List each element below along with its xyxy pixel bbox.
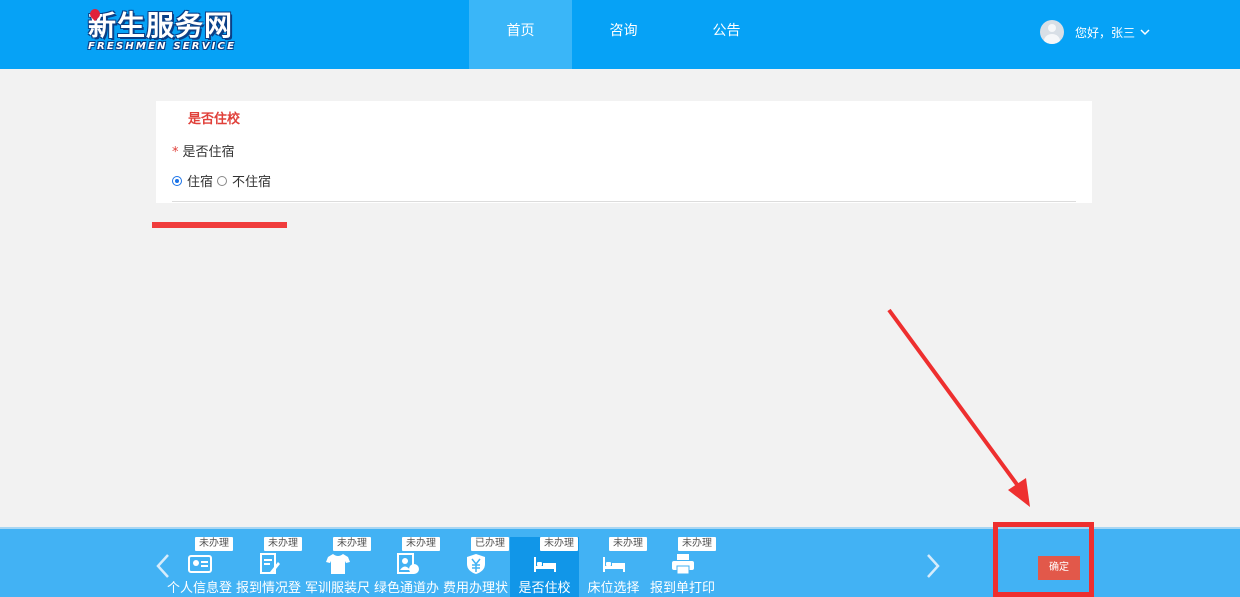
divider <box>172 201 1076 202</box>
status-badge: 未办理 <box>402 537 440 551</box>
step-label: 报到情况登 <box>235 581 301 596</box>
step-label: 绿色通道办 <box>373 581 439 596</box>
status-badge: 已办理 <box>471 537 509 551</box>
user-greeting: 您好，张三 <box>1075 25 1136 40</box>
edit-form-icon <box>260 553 280 574</box>
yuan-shield-icon <box>467 554 485 574</box>
top-header: 新生服务网 FRESHMEN SERVICE 首页 咨询 公告 您好，张三 <box>0 0 1240 69</box>
avatar <box>1040 20 1064 44</box>
step-live-on-campus[interactable]: 未办理 是否住校 <box>510 537 579 597</box>
step-label: 报到单打印 <box>649 581 715 596</box>
step-print-report[interactable]: 未办理 报到单打印 <box>648 537 717 597</box>
status-badge: 未办理 <box>540 537 578 551</box>
nav-notice[interactable]: 公告 <box>675 0 778 69</box>
step-bed-selection[interactable]: 未办理 床位选择 <box>579 537 648 597</box>
logo-title: 新生服务网 <box>88 9 234 42</box>
step-fee-status[interactable]: 已办理 费用办理状 <box>441 537 510 597</box>
step-label: 军训服装尺 <box>304 581 370 596</box>
radio-label: 住宿 <box>187 175 214 190</box>
logo-subtitle: FRESHMEN SERVICE <box>88 41 237 52</box>
chevron-right-icon[interactable] <box>923 551 943 581</box>
required-mark: * <box>172 145 179 160</box>
status-badge: 未办理 <box>264 537 302 551</box>
annotation-arrow <box>887 308 1030 507</box>
step-label: 个人信息登 <box>166 581 232 596</box>
card-title: 是否住校 <box>188 112 241 127</box>
main-nav: 首页 咨询 公告 <box>469 0 778 69</box>
nav-consult[interactable]: 咨询 <box>572 0 675 69</box>
steps-list: 未办理 个人信息登 未办理 报到情况登 未办理 军训服装尺 未办理 绿色通道办 … <box>165 537 717 597</box>
status-badge: 未办理 <box>609 537 647 551</box>
residence-radio-group: 住宿 不住宿 <box>172 171 271 190</box>
step-label: 床位选择 <box>587 581 640 596</box>
printer-icon <box>672 554 694 575</box>
field-label: * 是否住宿 <box>172 141 235 160</box>
radio-dot[interactable] <box>217 175 228 186</box>
user-menu[interactable]: 您好，张三 <box>1040 19 1150 45</box>
confirm-button[interactable]: 确定 <box>1038 556 1080 580</box>
status-badge: 未办理 <box>678 537 716 551</box>
status-badge: 未办理 <box>333 537 371 551</box>
field-label-text: 是否住宿 <box>182 145 235 160</box>
chevron-down-icon <box>1140 29 1150 36</box>
bed-icon <box>534 557 556 572</box>
site-logo[interactable]: 新生服务网 FRESHMEN SERVICE <box>87 6 244 57</box>
tshirt-icon <box>326 554 350 574</box>
step-report-status[interactable]: 未办理 报到情况登 <box>234 537 303 597</box>
step-label: 费用办理状 <box>442 581 508 596</box>
residence-form-card: 是否住校 * 是否住宿 住宿 不住宿 <box>156 101 1092 203</box>
id-card-icon <box>188 555 212 573</box>
radio-not-live-on-campus[interactable]: 不住宿 <box>217 171 271 190</box>
step-label: 是否住校 <box>518 581 571 596</box>
status-badge: 未办理 <box>195 537 233 551</box>
step-green-channel[interactable]: 未办理 绿色通道办 <box>372 537 441 597</box>
radio-dot[interactable] <box>172 175 182 186</box>
nav-home[interactable]: 首页 <box>469 0 572 69</box>
bed-icon <box>603 557 625 572</box>
annotation-underline <box>152 222 287 228</box>
user-card-icon <box>397 553 419 574</box>
radio-live-on-campus[interactable]: 住宿 <box>172 171 213 190</box>
step-personal-info[interactable]: 未办理 个人信息登 <box>165 537 234 597</box>
step-uniform-size[interactable]: 未办理 军训服装尺 <box>303 537 372 597</box>
radio-label: 不住宿 <box>232 175 272 190</box>
